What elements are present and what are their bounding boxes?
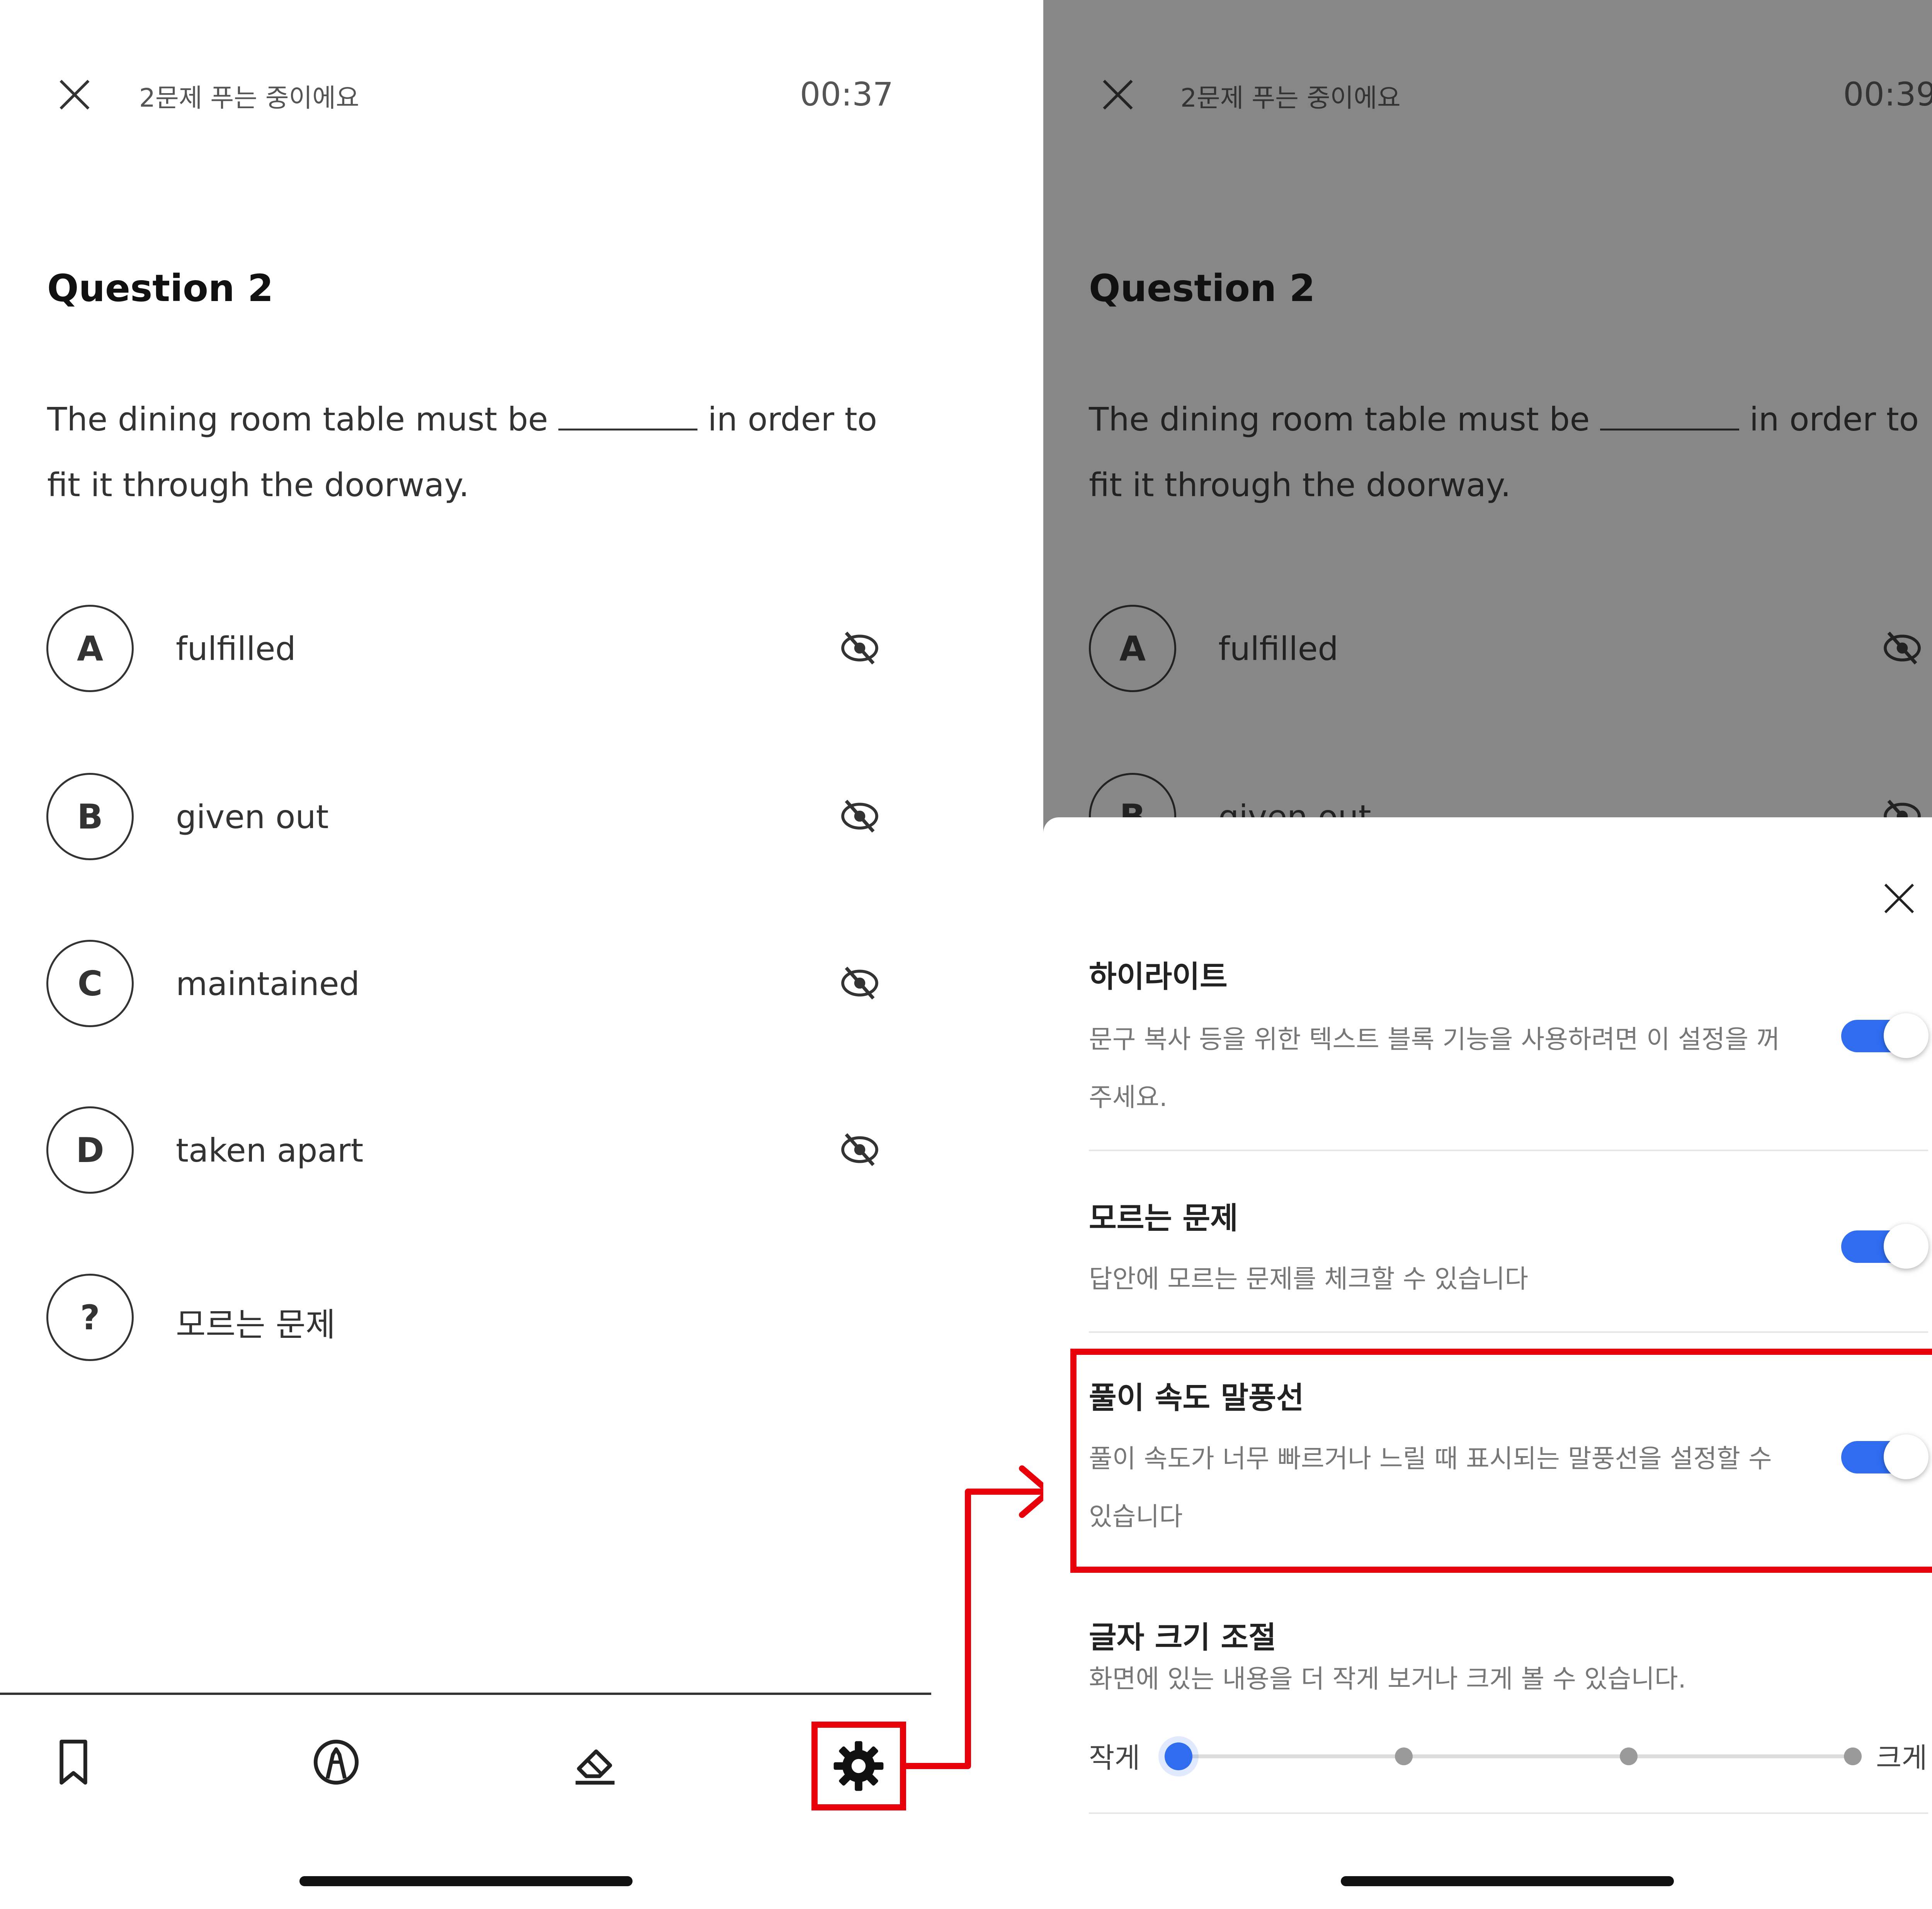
section-divider: [1089, 1150, 1928, 1151]
font-size-min-label: 작게: [1089, 1742, 1140, 1774]
settings-icon[interactable]: [832, 1739, 886, 1793]
arrow-connector: [903, 1465, 1052, 1769]
setting-desc-speed-bubble: 풀이 속도가 너무 빠르거나 느릴 때 표시되는 말풍선을 설정할 수 있습니다: [1089, 1444, 1772, 1531]
question-title: Question 2: [1089, 267, 1315, 310]
slider-track: [1167, 1754, 1855, 1758]
setting-title-font-size: 글자 크기 조절: [1089, 1620, 1276, 1655]
section-divider: [1089, 1331, 1928, 1333]
close-icon[interactable]: [1882, 881, 1917, 916]
eye-off-icon[interactable]: [838, 962, 881, 1004]
choice-letter: A: [1089, 605, 1176, 692]
toggle-knob: [1884, 1224, 1929, 1269]
setting-title-unknown: 모르는 문제: [1089, 1201, 1238, 1236]
setting-desc-highlight: 문구 복사 등을 위한 텍스트 블록 기능을 사용하려면 이 설정을 꺼 주세요…: [1089, 1024, 1780, 1112]
choice-label: fulfilled: [1218, 630, 1338, 668]
setting-title-speed-bubble: 풀이 속도 말풍선: [1089, 1381, 1304, 1416]
choice-letter: B: [46, 773, 134, 860]
progress-subtitle: 2문제 푸는 중이에요: [1180, 83, 1401, 113]
choice-a: A fulfilled: [1089, 605, 1932, 698]
progress-subtitle: 2문제 푸는 중이에요: [139, 83, 359, 113]
question-text-before: The dining room table must be: [47, 400, 548, 438]
choice-b[interactable]: B given out: [46, 773, 904, 866]
choice-letter: ?: [46, 1274, 134, 1361]
font-size-slider[interactable]: [1165, 1737, 1866, 1776]
bookmark-icon[interactable]: [46, 1735, 100, 1789]
settings-sheet: 하이라이트 문구 복사 등을 위한 텍스트 블록 기능을 사용하려면 이 설정을…: [1043, 817, 1932, 1909]
answer-blank: [558, 419, 698, 430]
section-divider: [1089, 1812, 1928, 1814]
choice-label: 모르는 문제: [176, 1306, 336, 1344]
choice-letter: D: [46, 1106, 134, 1194]
choice-label: taken apart: [176, 1131, 364, 1169]
slider-thumb[interactable]: [1165, 1742, 1192, 1770]
dim-overlay[interactable]: 2문제 푸는 중이에요 00:39 Question 2 The dining …: [1043, 0, 1932, 860]
slider-step[interactable]: [1395, 1747, 1413, 1765]
home-indicator: [1341, 1876, 1674, 1886]
slider-step[interactable]: [1844, 1747, 1862, 1765]
setting-title-highlight: 하이라이트: [1089, 960, 1228, 994]
eye-off-icon[interactable]: [838, 627, 881, 669]
choice-d[interactable]: D taken apart: [46, 1106, 904, 1199]
eye-off-icon[interactable]: [838, 795, 881, 837]
choice-label: given out: [176, 798, 329, 836]
choice-a[interactable]: A fulfilled: [46, 605, 904, 698]
eye-off-icon[interactable]: [838, 1128, 881, 1171]
slider-step[interactable]: [1620, 1747, 1638, 1765]
speed-bubble-toggle[interactable]: [1841, 1432, 1930, 1482]
close-icon: [1103, 80, 1133, 110]
answer-blank: [1600, 419, 1740, 430]
pen-icon[interactable]: [309, 1735, 363, 1789]
timer: 00:37: [800, 75, 894, 113]
eye-off-icon: [1884, 631, 1921, 665]
eraser-icon[interactable]: [568, 1735, 622, 1789]
setting-desc-unknown: 답안에 모르는 문제를 체크할 수 있습니다: [1089, 1264, 1529, 1294]
question-text: The dining room table must be in order t…: [1089, 386, 1932, 518]
font-size-max-label: 크게: [1876, 1742, 1927, 1774]
choice-letter: A: [46, 605, 134, 692]
highlight-toggle[interactable]: [1841, 1011, 1930, 1061]
question-title: Question 2: [47, 267, 274, 310]
choice-c[interactable]: C maintained: [46, 940, 904, 1033]
toolbar-divider: [0, 1693, 931, 1695]
home-indicator: [299, 1876, 633, 1886]
choice-label: maintained: [176, 965, 360, 1003]
choice-letter: C: [46, 940, 134, 1027]
timer: 00:39: [1843, 75, 1932, 113]
question-text: The dining room table must be in order t…: [47, 386, 897, 518]
choice-unknown[interactable]: ? 모르는 문제: [46, 1274, 904, 1366]
toggle-knob: [1884, 1013, 1929, 1058]
right-screen: 2문제 푸는 중이에요 00:39 Question 2 The dining …: [1043, 0, 1932, 1909]
question-text-before: The dining room table must be: [1089, 400, 1590, 438]
unknown-toggle[interactable]: [1841, 1221, 1930, 1271]
close-icon[interactable]: [57, 77, 92, 112]
toggle-knob: [1884, 1434, 1929, 1479]
left-screen: 2문제 푸는 중이에요 00:37 Question 2 The dining …: [0, 0, 1043, 1909]
setting-desc-font-size: 화면에 있는 내용을 더 작게 보거나 크게 볼 수 있습니다.: [1089, 1664, 1686, 1694]
choice-label: fulfilled: [176, 630, 296, 668]
